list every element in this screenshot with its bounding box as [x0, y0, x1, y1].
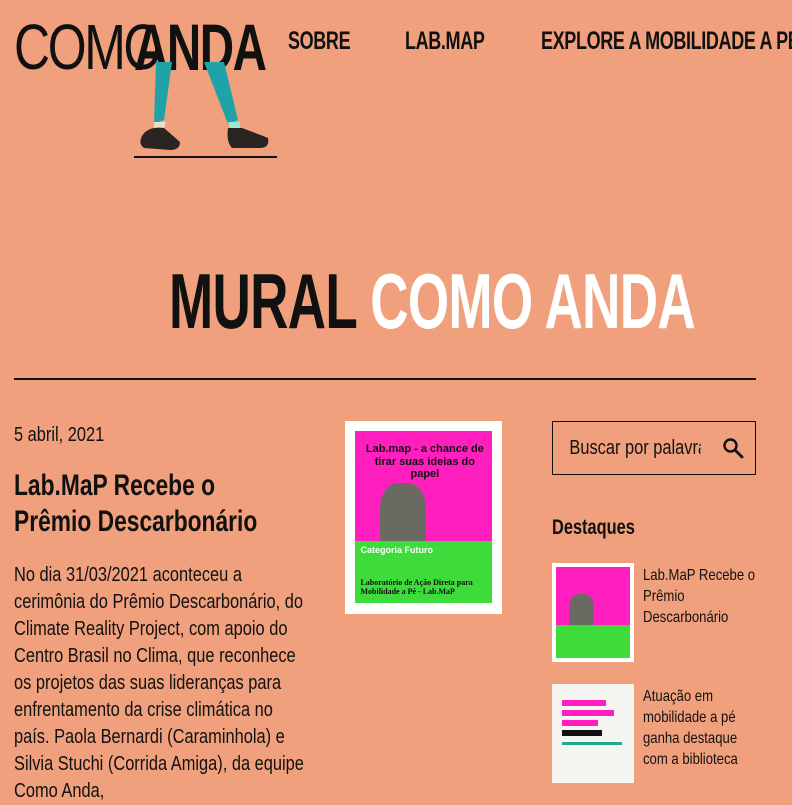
- divider: [14, 378, 756, 380]
- poster-category: Categoria Futuro: [360, 544, 433, 555]
- thumb-poster: [556, 567, 630, 658]
- page-title: MURAL COMO ANDA: [169, 262, 696, 340]
- nav-explore-mobilidade[interactable]: EXPLORE A MOBILIDADE A PÉ: [541, 27, 792, 56]
- thumb-green-band: [556, 625, 630, 658]
- thumb-text-bar: [562, 720, 598, 726]
- post-excerpt: No dia 31/03/2021 aconteceu a cerimônia …: [14, 564, 304, 802]
- highlight-link[interactable]: Atuação em mobilidade a pé ganha destaqu…: [643, 686, 758, 770]
- poster-subtitle: Laboratório de Ação Direta para Mobilida…: [360, 578, 473, 597]
- post-title-link[interactable]: Lab.MaP Recebe o Prêmio Descarbonário: [14, 468, 265, 540]
- page-title-mural: MURAL: [169, 257, 357, 345]
- highlight-thumbnail[interactable]: [552, 563, 634, 662]
- highlight-thumbnail[interactable]: [552, 684, 634, 783]
- highlight-link[interactable]: Lab.MaP Recebe o Prêmio Descarbonário: [643, 565, 758, 628]
- poster-image: Lab.map - a chance de tirar suas ideias …: [355, 431, 492, 603]
- walking-legs-illustration: [134, 62, 277, 158]
- page-title-como-anda: COMO ANDA: [370, 257, 696, 345]
- thumb-person-figure: [569, 594, 595, 628]
- nav-sobre[interactable]: SOBRE: [288, 27, 351, 56]
- sidebar-heading-destaques: Destaques: [552, 516, 635, 539]
- search-input[interactable]: [553, 422, 701, 474]
- search-icon[interactable]: [721, 436, 745, 460]
- post-featured-image[interactable]: Lab.map - a chance de tirar suas ideias …: [345, 421, 502, 614]
- thumb-text-bar: [562, 710, 614, 716]
- thumb-text-bar: [562, 700, 606, 706]
- thumb-text-bar: [562, 742, 622, 745]
- nav-labmap[interactable]: LAB.MAP: [405, 27, 485, 56]
- post-date: 5 abril, 2021: [14, 424, 105, 446]
- highlight-item[interactable]: Lab.MaP Recebe o Prêmio Descarbonário: [552, 563, 756, 663]
- thumb-text-bar: [562, 730, 602, 736]
- poster-person-figure: [379, 482, 427, 545]
- search-box: [552, 421, 756, 475]
- highlight-item[interactable]: Atuação em mobilidade a pé ganha destaqu…: [552, 684, 756, 784]
- poster-title: Lab.map - a chance de tirar suas ideias …: [365, 443, 484, 481]
- poster-green-band: Categoria Futuro Laboratório de Ação Dir…: [355, 541, 492, 603]
